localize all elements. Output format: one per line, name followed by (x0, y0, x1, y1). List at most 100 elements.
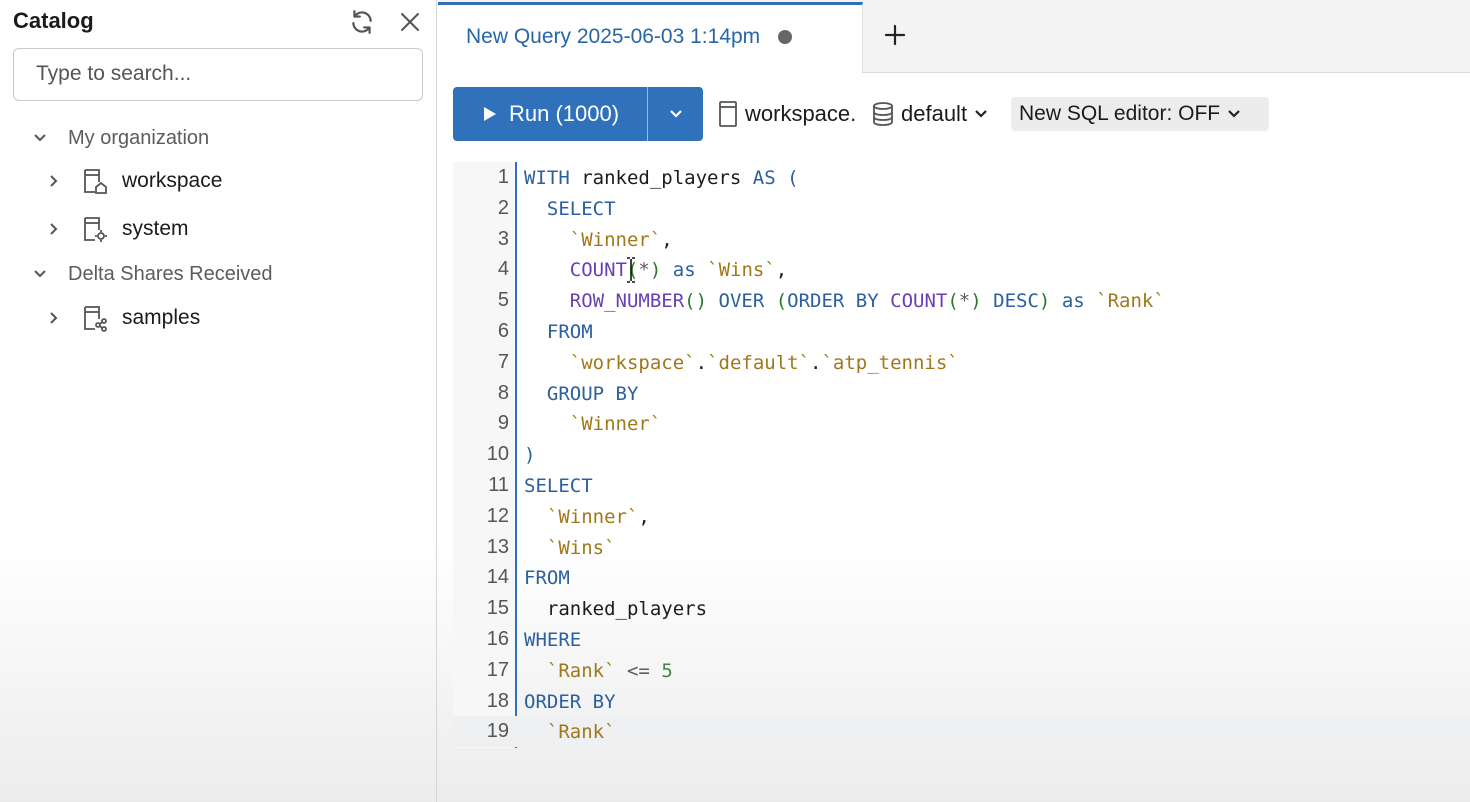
run-options-button[interactable] (648, 87, 703, 141)
tree-group-my-organization[interactable]: My organization (30, 121, 209, 155)
code-line[interactable]: 4 COUNT(*) as `Wins`, (453, 254, 1470, 285)
code-line[interactable]: 19 `Rank` (453, 716, 1470, 747)
schema-selector[interactable]: default (871, 96, 989, 132)
code-token: . (695, 351, 708, 374)
line-number: 7 (497, 351, 509, 373)
code-line[interactable]: 11 SELECT (453, 470, 1470, 501)
code-text: ORDER BY (524, 691, 616, 713)
chevron-down-icon (30, 264, 50, 284)
chevron-right-icon (44, 219, 64, 239)
code-token: ROW_NUMBER (569, 289, 685, 312)
refresh-icon[interactable] (348, 8, 376, 36)
code-text: GROUP BY (524, 382, 639, 405)
code-token: ( (775, 289, 788, 312)
code-token: `workspace` (569, 351, 696, 374)
code-line[interactable]: 12 `Winner`, (453, 501, 1470, 532)
code-line[interactable]: 8 GROUP BY (453, 378, 1470, 409)
code-line[interactable]: 13 `Wins` (453, 532, 1470, 563)
code-line[interactable]: 18 ORDER BY (453, 686, 1470, 717)
line-number: 15 (486, 597, 509, 619)
code-text: COUNT(*) as `Wins`, (524, 259, 787, 281)
line-number: 18 (486, 690, 509, 712)
code-line[interactable]: 9 `Winner` (453, 408, 1470, 439)
search-input[interactable] (14, 49, 416, 99)
catalog-icon (719, 101, 737, 127)
code-token: SELECT (524, 474, 593, 497)
line-number: 16 (486, 628, 509, 650)
tab-label: New Query 2025-06-03 1:14pm (466, 25, 761, 48)
line-number: 12 (486, 505, 509, 527)
code-token: ORDER BY (524, 690, 616, 713)
run-label: Run (1000) (509, 101, 620, 126)
unsaved-dot-icon (778, 30, 793, 44)
code-token: ranked_players (524, 597, 708, 620)
chevron-down-icon (975, 110, 987, 118)
tree-group-label: Delta Shares Received (68, 262, 273, 285)
code-token: `Winner` (569, 412, 662, 435)
code-text: ranked_players (524, 598, 707, 620)
code-token: , (775, 258, 788, 281)
code-token: , (638, 505, 650, 528)
sql-code-editor[interactable]: 1 WITH ranked_players AS (2 SELECT 3 `Winn… (453, 162, 1470, 748)
code-text: `Winner` (524, 412, 662, 435)
code-text: ) (524, 444, 535, 466)
code-line[interactable]: 5 ROW_NUMBER() OVER (ORDER BY COUNT(*) D… (453, 285, 1470, 316)
play-icon (484, 107, 496, 121)
code-token: GROUP BY (546, 382, 639, 405)
line-number: 5 (497, 289, 509, 311)
code-line[interactable]: 10) (453, 439, 1470, 470)
run-button[interactable]: Run (1000) (453, 87, 647, 141)
code-line[interactable]: 6 FROM (453, 316, 1470, 347)
editor-toggle-label: New SQL editor: OFF (1019, 102, 1221, 125)
catalog-search (13, 48, 423, 101)
tree-item-workspace[interactable]: workspace (44, 164, 222, 198)
code-line[interactable]: 17 `Rank` <= 5 (453, 655, 1470, 686)
code-token: ( (947, 289, 959, 312)
code-line[interactable]: 1 WITH ranked_players AS ( (453, 162, 1470, 193)
line-number: 8 (497, 382, 509, 404)
code-token: WHERE (524, 628, 582, 651)
code-token: ORDER BY (787, 289, 879, 312)
code-line[interactable]: 14 FROM (453, 562, 1470, 593)
text-cursor-icon (627, 257, 635, 283)
code-token: ) (1038, 289, 1051, 312)
catalog-selector[interactable]: workspace. (717, 96, 856, 132)
code-text: `Wins` (524, 537, 616, 559)
tab-new-query[interactable]: New Query 2025-06-03 1:14pm (438, 2, 863, 73)
code-token: FROM (546, 320, 593, 343)
code-line[interactable]: 15 ranked_players (453, 593, 1470, 624)
tree-item-samples[interactable]: samples (44, 301, 200, 335)
code-token: <= (626, 659, 650, 682)
code-line[interactable]: 3 `Winner`, (453, 224, 1470, 255)
code-line[interactable]: 16 WHERE (453, 624, 1470, 655)
close-icon[interactable] (396, 8, 424, 36)
chevron-down-icon (30, 128, 50, 148)
code-token: 5 (661, 659, 673, 682)
code-token: * (638, 258, 650, 281)
code-line[interactable]: 2 SELECT (453, 193, 1470, 224)
catalog-header: Catalog (13, 8, 428, 34)
catalog-share-icon (82, 303, 110, 333)
line-number: 14 (486, 566, 509, 588)
plus-icon[interactable] (880, 20, 910, 50)
tree-group-delta-shares[interactable]: Delta Shares Received (30, 257, 273, 291)
chevron-down-icon (669, 110, 682, 118)
code-line[interactable]: 7 `workspace`.`default`.`atp_tennis` (453, 347, 1470, 378)
code-token: `default` (707, 351, 811, 374)
schema-label: default (901, 101, 968, 126)
chevron-right-icon (44, 171, 64, 191)
chevron-right-icon (44, 308, 64, 328)
code-token: SELECT (546, 197, 616, 220)
code-text: SELECT (524, 198, 616, 220)
new-sql-editor-toggle[interactable]: New SQL editor: OFF (1011, 97, 1269, 131)
code-token: AS (752, 166, 776, 189)
code-token: ( (787, 166, 799, 189)
tree-item-system[interactable]: system (44, 212, 189, 246)
line-number: 11 (488, 474, 509, 496)
